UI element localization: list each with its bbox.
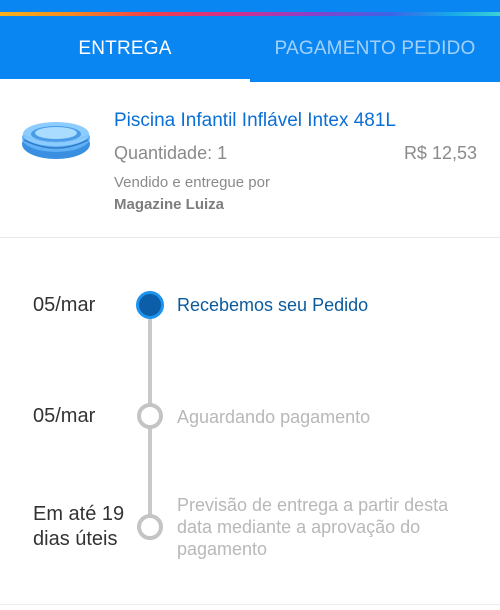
step-pending-dot-icon	[137, 403, 163, 429]
seller-name: Magazine Luiza	[114, 196, 225, 213]
step-date: 05/mar	[33, 405, 96, 427]
product-card: Piscina Infantil Inflável Intex 481L Qua…	[0, 82, 500, 238]
step-done-dot-icon	[136, 291, 164, 319]
tab-pagamento-pedido[interactable]: PAGAMENTO PEDIDO	[250, 16, 500, 82]
inflatable-pool-icon	[22, 122, 90, 159]
product-price: R$ 12,53	[403, 143, 477, 163]
step-date: 05/mar	[33, 294, 96, 316]
sold-by-label: Vendido e entregue por	[114, 174, 270, 191]
timeline-connector	[148, 306, 152, 416]
step-label: Aguardando pagamento	[177, 407, 371, 427]
app-header: ENTREGA PAGAMENTO PEDIDO	[0, 0, 500, 82]
step-pending-dot-icon	[137, 514, 163, 540]
product-quantity: Quantidade: 1	[114, 143, 228, 163]
step-date: Em até 19 dias úteis	[33, 503, 125, 550]
product-name-link[interactable]: Piscina Infantil Inflável Intex 481L	[114, 110, 396, 132]
step-label: Recebemos seu Pedido	[177, 295, 369, 315]
tab-entrega[interactable]: ENTREGA	[0, 16, 250, 82]
timeline-connector	[148, 416, 152, 526]
delivery-timeline: 05/mar Recebemos seu Pedido 05/mar Aguar…	[0, 238, 500, 606]
product-thumbnail[interactable]	[18, 114, 94, 162]
divider	[0, 604, 500, 605]
step-label: Previsão de entrega a partir desta data …	[177, 495, 449, 559]
